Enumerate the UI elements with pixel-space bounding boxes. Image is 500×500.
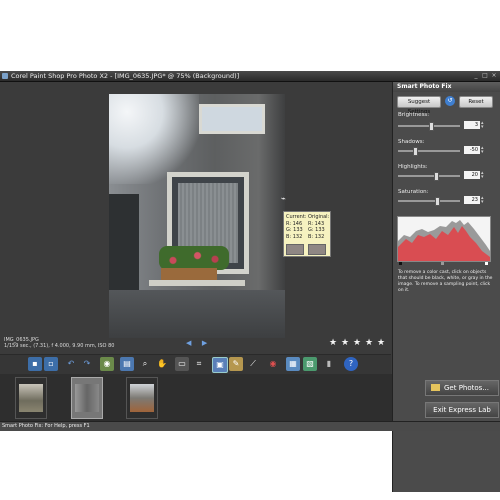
highlights-label: Highlights:	[398, 164, 428, 170]
folder-icon	[431, 384, 440, 391]
brightness-label: Brightness:	[398, 112, 430, 118]
rating-star-icon[interactable]: ★	[365, 338, 373, 348]
thumbnail[interactable]	[15, 377, 47, 419]
original-label: Original:	[308, 214, 330, 220]
get-photos-label: Get Photos...	[444, 384, 489, 392]
save-icon[interactable]: ▪	[28, 357, 42, 371]
maximize-button[interactable]: □	[481, 72, 489, 79]
photo-info: IMG_0635.JPG 1/159 sec., (7.31), f 4.000…	[4, 337, 114, 349]
share-icon[interactable]: ▦	[286, 357, 300, 371]
export-icon[interactable]: ▧	[303, 357, 317, 371]
status-bar: Smart Photo Fix: For Help, press F1	[0, 421, 500, 431]
redo-icon[interactable]: ↷	[80, 357, 94, 371]
thumbnail[interactable]	[126, 377, 158, 419]
original-b: B: 132	[308, 233, 325, 240]
shadows-slider[interactable]	[398, 147, 460, 156]
panel-title: Smart Photo Fix	[397, 83, 452, 90]
brightness-slider[interactable]	[398, 122, 460, 131]
delete-icon[interactable]: ▮	[322, 357, 336, 371]
shadows-value[interactable]: -50	[464, 146, 480, 154]
highlights-slider[interactable]	[398, 172, 460, 181]
saturation-label: Saturation:	[398, 189, 429, 195]
shadows-label: Shadows:	[398, 139, 425, 145]
saturation-spin-icon[interactable]: ▴ ▾	[481, 196, 487, 205]
app-window: Corel Paint Shop Pro Photo X2 - [IMG_063…	[0, 71, 500, 492]
rating-star-icon[interactable]: ★	[329, 338, 337, 348]
histogram-graph	[398, 220, 490, 261]
saturation-value[interactable]: 23	[464, 196, 480, 204]
filmstrip	[0, 374, 424, 421]
brightness-value[interactable]: 3	[464, 121, 480, 129]
current-color-swatch	[286, 244, 304, 255]
rating-star-icon[interactable]: ★	[377, 338, 385, 348]
smart-photo-fix-icon[interactable]: ▣	[212, 357, 228, 373]
makeover-icon[interactable]: ✎	[229, 357, 243, 371]
print-icon[interactable]: ◉	[100, 357, 114, 371]
highlights-value[interactable]: 20	[464, 171, 480, 179]
pan-icon[interactable]: ✋	[155, 357, 169, 371]
original-color-swatch	[308, 244, 326, 255]
app-logo-icon	[2, 73, 8, 79]
rating-star-icon[interactable]: ★	[353, 338, 361, 348]
histogram-ticks	[397, 262, 489, 266]
crop-icon[interactable]: ⌗	[192, 357, 206, 371]
save-as-icon[interactable]: ▫	[44, 357, 58, 371]
zoom-icon[interactable]: ⌕	[138, 357, 152, 371]
next-image-icon[interactable]: ▶	[202, 339, 210, 347]
title-bar: Corel Paint Shop Pro Photo X2 - [IMG_063…	[0, 71, 500, 82]
help-icon[interactable]: ?	[344, 357, 358, 371]
current-b: B: 132	[286, 233, 303, 240]
reset-arrow-icon[interactable]: ↺	[445, 96, 455, 106]
suggest-settings-button[interactable]: Suggest Settings	[397, 96, 441, 115]
saturation-slider[interactable]	[398, 197, 460, 206]
photo-exif: 1/159 sec., (7.31), f 4.000, 9.90 mm, IS…	[4, 343, 115, 349]
thumbnail-selected[interactable]	[71, 377, 103, 419]
eyedropper-cursor-icon: ⌁	[281, 194, 286, 203]
rating-star-icon[interactable]: ★	[341, 338, 349, 348]
current-label: Current:	[286, 214, 307, 220]
brightness-spin-icon[interactable]: ▴ ▾	[481, 121, 487, 130]
status-text: Smart Photo Fix: For Help, press F1	[2, 423, 90, 429]
email-icon[interactable]: ▤	[120, 357, 134, 371]
previous-image-icon[interactable]: ◀	[186, 339, 194, 347]
get-photos-button[interactable]: Get Photos...	[425, 380, 499, 396]
pixel-value-tooltip: Current: R: 146 G: 133 B: 132 Original: …	[283, 211, 331, 257]
exit-express-lab-button[interactable]: Exit Express Lab	[425, 402, 499, 418]
shadows-spin-icon[interactable]: ▴ ▾	[481, 146, 487, 155]
reset-button[interactable]: Reset	[459, 96, 493, 108]
rating-stars: ★ ★ ★ ★ ★	[329, 338, 387, 348]
rotate-icon[interactable]: ▭	[175, 357, 189, 371]
window-title: Corel Paint Shop Pro Photo X2 - [IMG_063…	[11, 72, 240, 80]
histogram	[397, 216, 491, 262]
minimize-button[interactable]: _	[472, 72, 480, 79]
help-text: To remove a color cast, click on objects…	[398, 270, 493, 293]
red-eye-icon[interactable]: ◉	[266, 357, 280, 371]
highlights-spin-icon[interactable]: ▴ ▾	[481, 171, 487, 180]
straighten-icon[interactable]: ⟋	[246, 357, 260, 371]
photo-image[interactable]	[109, 94, 285, 338]
toolbar: ▪ ▫ ↶ ↷ ◉ ▤ ⌕ ✋ ▭ ⌗ ▣ ✎ ⟋ ◉ ▦ ▧ ▮ ?	[0, 354, 391, 375]
undo-icon[interactable]: ↶	[64, 357, 78, 371]
close-button[interactable]: ×	[490, 72, 498, 79]
nav-arrows: ◀ ▶	[186, 339, 216, 347]
